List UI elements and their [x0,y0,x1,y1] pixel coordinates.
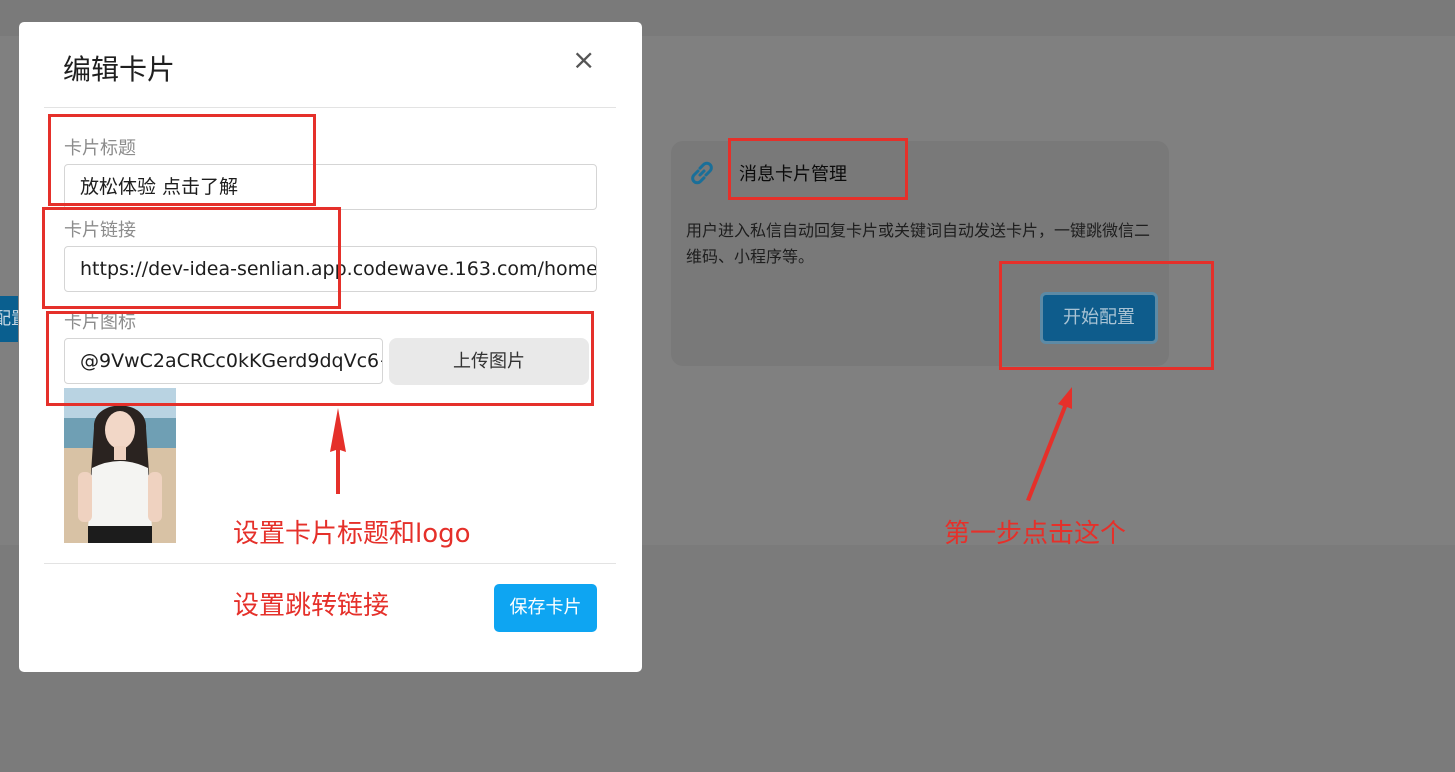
annotation-link-note: 设置跳转链接 [233,591,390,621]
annotation-box-icon [46,311,594,406]
annotation-box-card-title [728,138,908,200]
modal-divider [44,563,616,564]
close-icon[interactable]: × [572,44,595,76]
annotation-title-logo-note: 设置卡片标题和logo [233,519,471,549]
annotation-box-title [48,114,316,206]
modal-title: 编辑卡片 [63,53,176,86]
link-icon [691,161,713,185]
save-card-button[interactable]: 保存卡片 [494,584,597,632]
annotation-step-one-note: 第一步点击这个 [944,519,1127,549]
modal-divider [44,107,616,108]
card-icon-preview-image [64,388,176,543]
background-config-button[interactable]: 配置 [0,296,18,342]
annotation-box-start-button [999,261,1214,370]
annotation-box-link [42,207,341,309]
